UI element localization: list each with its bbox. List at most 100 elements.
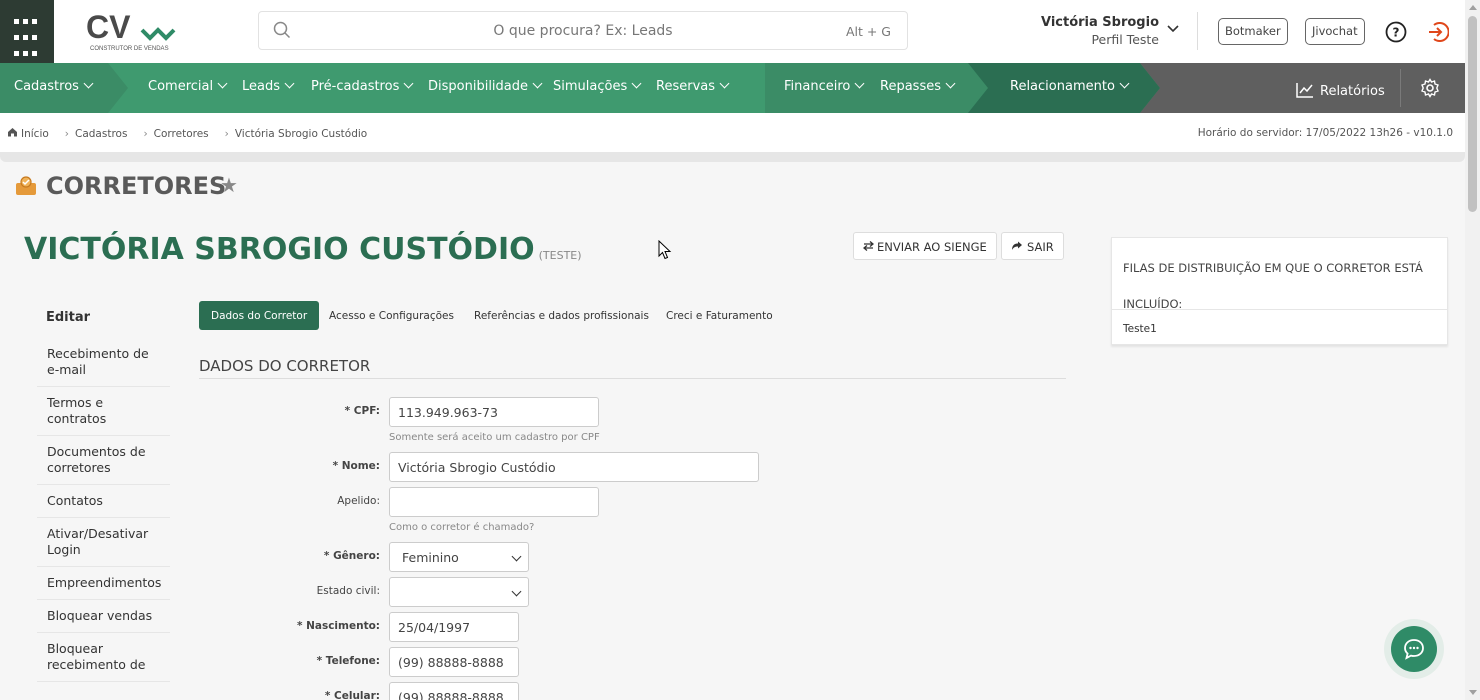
nav-cadastros[interactable]: Cadastros [14,78,94,94]
nav-relatorios[interactable]: Relatórios [1296,79,1385,99]
top-header: CV CONSTRUTOR DE VENDAS O que procura? E… [0,0,1465,63]
nascimento-label: * Nascimento: [296,620,380,632]
user-name: Victória Sbrogio [1040,15,1159,30]
chevron-down-icon [511,551,522,562]
breadcrumb-home[interactable]: Início [21,128,49,140]
apps-menu-button[interactable] [0,0,54,63]
apelido-field[interactable] [389,487,599,517]
nav-label: Reservas [656,79,715,94]
jivochat-button[interactable]: Jivochat [1305,18,1365,45]
apelido-hint: Como o corretor é chamado? [389,522,535,533]
nome-label: * Nome: [332,460,380,472]
botmaker-button[interactable]: Botmaker [1218,18,1288,45]
main-nav: Cadastros Comercial Leads Pré-cadastros … [0,63,1465,113]
estado-civil-select[interactable] [389,577,529,607]
nav-relacionamento[interactable]: Relacionamento [1010,78,1130,94]
share-icon [1012,241,1022,250]
chevron-down-icon [631,78,642,89]
side-item-bloquear-vendas[interactable]: Bloquear vendas [37,600,170,633]
user-menu[interactable]: Victória Sbrogio Perfil Teste [1041,15,1159,47]
user-profile: Perfil Teste [1091,32,1159,47]
exit-label: SAIR [1027,240,1054,254]
logout-icon[interactable] [1427,21,1449,43]
star-icon[interactable]: ★ [220,173,238,197]
chevron-down-icon [854,78,865,89]
chevron-down-icon [83,78,94,89]
cpf-field[interactable]: 113.949.963-73 [389,397,599,427]
scroll-up-icon[interactable] [1469,5,1477,10]
side-item-termos-contratos[interactable]: Termos e contratos [37,387,170,436]
chevron-down-icon [403,78,414,89]
divider [0,152,1465,162]
tab-referencias[interactable]: Referências e dados profissionais [474,301,649,330]
telefone-field[interactable]: (99) 88888-8888 [389,647,519,677]
exit-button[interactable]: SAIR [1001,232,1064,260]
nav-repasses[interactable]: Repasses [880,78,956,94]
genero-value: Feminino [402,550,459,565]
nav-label: Pré-cadastros [311,79,400,94]
genero-select[interactable]: Feminino [389,542,529,572]
nome-field[interactable]: Victória Sbrogio Custódio [389,452,759,482]
scroll-down-icon[interactable] [1469,690,1477,695]
nav-leads[interactable]: Leads [242,78,295,94]
search-input[interactable]: O que procura? Ex: Leads Alt + G [258,11,908,50]
chevron-down-icon[interactable] [1167,24,1179,34]
tab-acesso[interactable]: Acesso e Configurações [329,301,454,330]
home-icon [8,128,17,137]
cpf-label: * CPF: [344,405,380,417]
search-shortcut: Alt + G [845,24,891,39]
person-name-text: VICTÓRIA SBROGIO CUSTÓDIO [24,232,535,267]
nav-label: Repasses [880,79,941,94]
help-icon[interactable]: ? [1385,21,1407,43]
chat-bubble-icon [1404,639,1424,660]
nav-simulacoes[interactable]: Simulações [553,78,642,94]
side-item-documentos[interactable]: Documentos de corretores [37,436,170,485]
nav-comercial[interactable]: Comercial [148,78,228,94]
queue-item: Teste1 [1123,323,1157,335]
genero-label: * Gênero: [323,550,380,562]
side-item-empreendimentos[interactable]: Empreendimentos [37,567,170,600]
side-item-bloquear-recebimento[interactable]: Bloquear recebimento de [37,633,170,682]
chevron-right-icon: › [224,128,229,140]
side-item-contatos[interactable]: Contatos [37,485,170,518]
breadcrumb-corretores[interactable]: Corretores [154,128,209,140]
apelido-label: Apelido: [337,495,380,507]
nav-label: Comercial [148,79,214,94]
tab-dados-corretor[interactable]: Dados do Corretor [199,301,320,330]
tab-creci[interactable]: Creci e Faturamento [666,301,773,330]
chevron-right-icon: › [143,128,148,140]
nav-label: Leads [242,79,281,94]
panel-title: FILAS DE DISTRIBUIÇÃO EM QUE O CORRETOR … [1123,261,1423,311]
side-menu-heading: Editar [46,310,91,325]
svg-text:?: ? [1393,26,1400,40]
side-item-recebimento-email[interactable]: Recebimento de e-mail [37,338,170,387]
breadcrumb-cadastros[interactable]: Cadastros [75,128,127,140]
svg-text:CV: CV [86,9,131,45]
broker-icon [16,176,36,195]
chevron-down-icon [1119,78,1130,89]
nascimento-field[interactable]: 25/04/1997 [389,612,519,642]
nav-reservas[interactable]: Reservas [656,78,730,94]
nav-financeiro[interactable]: Financeiro [784,78,865,94]
divider [199,378,1066,379]
gear-icon[interactable] [1420,78,1440,98]
divider [1197,12,1198,50]
side-item-ativar-login[interactable]: Ativar/Desativar Login [37,518,170,567]
chevron-down-icon [284,78,295,89]
server-time: Horário do servidor: 17/05/2022 13h26 - … [1197,127,1453,139]
nav-disponibilidade[interactable]: Disponibilidade [428,78,543,94]
scrollbar-thumb[interactable] [1468,16,1477,212]
send-sienge-button[interactable]: ENVIAR AO SIENGE [853,232,997,260]
breadcrumb-current: Victória Sbrogio Custódio [234,128,368,140]
page-scrollbar[interactable] [1465,0,1480,700]
celular-field[interactable]: (99) 88888-8888 [389,682,519,700]
chat-button[interactable] [1391,626,1437,672]
page-title-text: CORRETORES [46,172,227,200]
chevron-down-icon [532,78,543,89]
telefone-label: * Telefone: [316,655,380,667]
breadcrumb: Início › Cadastros › Corretores › Victória Sbr… [0,113,1465,152]
nav-label: Disponibilidade [428,79,529,94]
nav-pre-cadastros[interactable]: Pré-cadastros [311,78,414,94]
estado-civil-label: Estado civil: [316,585,380,597]
cpf-hint: Somente será aceito um cadastro por CPF [389,432,600,443]
